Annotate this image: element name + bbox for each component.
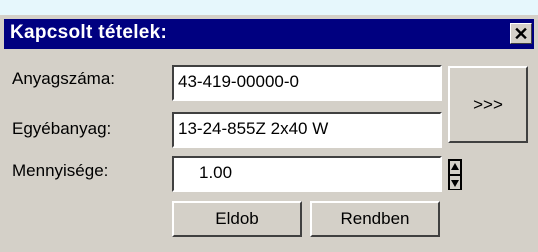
more-button[interactable]: >>>	[448, 66, 528, 143]
material-number-field[interactable]: 43-419-00000-0	[172, 65, 442, 101]
linked-items-dialog: Kapcsolt tételek: ✕ Anyagszáma: 43-419-0…	[0, 15, 538, 252]
title-bar: Kapcsolt tételek: ✕	[4, 19, 534, 49]
quantity-field[interactable]: 1.00	[172, 156, 442, 192]
dialog-title: Kapcsolt tételek:	[10, 22, 168, 43]
more-button-label: >>>	[473, 94, 503, 114]
other-material-field[interactable]: 13-24-855Z 2x40 W	[172, 112, 442, 148]
close-icon: ✕	[513, 23, 529, 44]
close-button[interactable]: ✕	[510, 23, 532, 44]
spin-down-button[interactable]	[450, 176, 460, 189]
quantity-label: Mennyisége:	[12, 161, 109, 180]
spin-up-button[interactable]	[450, 161, 460, 174]
ok-button[interactable]: Rendben	[310, 201, 440, 237]
quantity-stepper[interactable]	[448, 159, 462, 190]
discard-button[interactable]: Eldob	[172, 201, 302, 237]
discard-button-label: Eldob	[215, 209, 259, 228]
other-material-label: Egyébanyag:	[12, 119, 112, 138]
arrow-down-icon	[451, 180, 459, 187]
material-number-label: Anyagszáma:	[12, 69, 115, 88]
ok-button-label: Rendben	[340, 209, 410, 228]
arrow-up-icon	[451, 163, 459, 170]
